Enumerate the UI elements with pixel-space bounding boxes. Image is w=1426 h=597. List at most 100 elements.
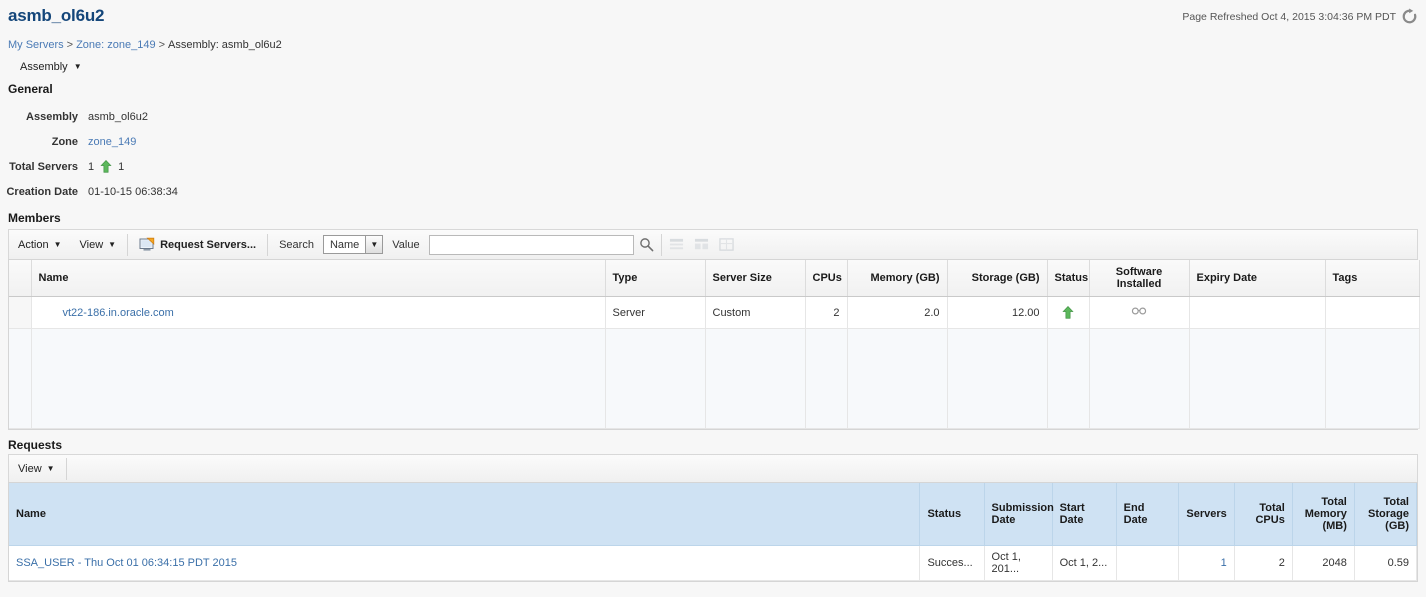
breadcrumb-item-zone[interactable]: Zone: zone_149 xyxy=(76,39,156,51)
members-col-name[interactable]: Name xyxy=(31,260,606,297)
members-col-tags[interactable]: Tags xyxy=(1325,260,1420,297)
green-up-arrow-icon xyxy=(100,160,112,173)
request-servers-cell: 1 xyxy=(1178,545,1235,581)
members-col-storage[interactable]: Storage (GB) xyxy=(947,260,1048,297)
member-tags-cell xyxy=(1325,296,1420,329)
request-total-cpus-cell: 2 xyxy=(1234,545,1293,581)
members-col-software-installed[interactable]: Software Installed xyxy=(1089,260,1190,297)
requests-col-servers[interactable]: Servers xyxy=(1178,483,1235,546)
chevron-down-icon: ▼ xyxy=(53,239,62,249)
zone-link[interactable]: zone_149 xyxy=(88,136,136,148)
row-select-header xyxy=(9,260,32,297)
empty-cell xyxy=(1047,328,1090,429)
toolbar-divider xyxy=(127,233,129,256)
breadcrumb-item-my-servers[interactable]: My Servers xyxy=(8,39,64,51)
chevron-down-icon: ▼ xyxy=(365,236,383,253)
requests-col-total-cpus[interactable]: Total CPUs xyxy=(1234,483,1293,546)
general-section: Assembly asmb_ol6u2 Zone zone_149 Total … xyxy=(0,98,1426,208)
members-col-cpus[interactable]: CPUs xyxy=(805,260,848,297)
members-toolbar: Action ▼ View ▼ Request Servers... Searc… xyxy=(8,229,1418,259)
members-col-server-size[interactable]: Server Size xyxy=(705,260,806,297)
general-value-creation-date: 01-10-15 06:38:34 xyxy=(88,185,178,198)
member-expiry-date-cell xyxy=(1189,296,1326,329)
action-menu-button[interactable]: Action ▼ xyxy=(9,230,71,259)
request-servers-icon xyxy=(139,237,155,253)
member-type-cell: Server xyxy=(605,296,706,329)
requests-col-status[interactable]: Status xyxy=(919,483,985,546)
view-menu-label: View xyxy=(79,238,104,251)
requests-col-end-date[interactable]: End Date xyxy=(1116,483,1179,546)
request-end-date-cell xyxy=(1116,545,1179,581)
general-label-creation-date: Creation Date xyxy=(6,185,78,198)
request-total-storage-cell: 0.59 xyxy=(1354,545,1418,581)
request-servers-link[interactable]: 1 xyxy=(1221,557,1227,569)
members-header-row: Name Type Server Size CPUs Memory (GB) S… xyxy=(9,260,1420,297)
glasses-icon xyxy=(1131,307,1147,319)
table-row[interactable]: vt22-186.in.oracle.com Server Custom 2 2… xyxy=(9,296,1420,329)
request-name-link[interactable]: SSA_USER - Thu Oct 01 06:34:15 PDT 2015 xyxy=(16,557,237,569)
empty-cell xyxy=(947,328,1048,429)
general-value-total-servers: 1 1 xyxy=(88,160,124,173)
members-section-title: Members xyxy=(8,211,61,225)
members-col-memory[interactable]: Memory (GB) xyxy=(847,260,948,297)
requests-view-menu-button[interactable]: View ▼ xyxy=(9,455,64,482)
chevron-down-icon: ▼ xyxy=(73,62,82,71)
empty-cell xyxy=(1325,328,1420,429)
empty-cell xyxy=(1189,328,1326,429)
breadcrumb-separator: > xyxy=(66,39,74,51)
page-refresh-area: Page Refreshed Oct 4, 2015 3:04:36 PM PD… xyxy=(1182,8,1418,25)
assembly-menu-row: Assembly ▼ xyxy=(0,53,1426,79)
requests-col-name[interactable]: Name xyxy=(9,483,921,546)
members-col-status[interactable]: Status xyxy=(1047,260,1090,297)
requests-col-submission-date[interactable]: Submission Date xyxy=(984,483,1054,546)
value-label-text: Value xyxy=(392,238,420,251)
request-total-memory-cell: 2048 xyxy=(1292,545,1355,581)
requests-col-total-memory[interactable]: Total Memory (MB) xyxy=(1292,483,1355,546)
empty-cell xyxy=(805,328,848,429)
total-servers-running-count: 1 xyxy=(118,160,125,173)
action-menu-label: Action xyxy=(18,238,49,251)
toolbar-divider-3 xyxy=(660,233,662,256)
requests-toolbar: View ▼ xyxy=(8,454,1418,482)
assembly-menu-label: Assembly xyxy=(20,61,68,73)
member-name-link[interactable]: vt22-186.in.oracle.com xyxy=(63,307,174,319)
assembly-menu-button[interactable]: Assembly ▼ xyxy=(18,59,84,75)
chevron-down-icon: ▼ xyxy=(108,239,117,249)
general-row-total-servers: Total Servers 1 1 xyxy=(0,154,1426,179)
empty-cell xyxy=(605,328,706,429)
requests-col-start-date[interactable]: Start Date xyxy=(1052,483,1117,546)
request-servers-label: Request Servers... xyxy=(160,238,257,251)
general-value-zone: zone_149 xyxy=(88,136,136,148)
toolbar-divider-2 xyxy=(267,233,269,256)
search-field-select[interactable]: Name ▼ xyxy=(322,235,384,254)
row-select-cell[interactable] xyxy=(9,296,32,329)
page-header: asmb_ol6u2 Page Refreshed Oct 4, 2015 3:… xyxy=(0,0,1426,34)
requests-section-title: Requests xyxy=(8,438,63,452)
detach-icon xyxy=(664,237,689,252)
refresh-icon[interactable] xyxy=(1401,8,1418,25)
requests-view-menu-label: View xyxy=(18,462,42,475)
search-icon[interactable] xyxy=(634,237,659,252)
requests-col-total-storage[interactable]: Total Storage (GB) xyxy=(1354,483,1418,546)
view-menu-button[interactable]: View ▼ xyxy=(71,230,126,259)
member-status-cell xyxy=(1047,296,1090,329)
wrap-icon xyxy=(714,237,739,252)
member-cpus-cell: 2 xyxy=(805,296,848,329)
request-servers-button[interactable]: Request Servers... xyxy=(130,230,265,259)
table-row[interactable]: SSA_USER - Thu Oct 01 06:34:15 PDT 2015 … xyxy=(9,545,1418,581)
value-label: Value xyxy=(383,230,428,259)
empty-cell xyxy=(1089,328,1190,429)
search-value-input[interactable] xyxy=(428,234,634,255)
page-refreshed-label: Page Refreshed Oct 4, 2015 3:04:36 PM PD… xyxy=(1182,10,1396,23)
requests-header-row: Name Status Submission Date Start Date E… xyxy=(9,483,1418,546)
members-table-empty-space xyxy=(9,328,1420,429)
members-col-expiry-date[interactable]: Expiry Date xyxy=(1189,260,1326,297)
breadcrumb-item-assembly: Assembly: asmb_ol6u2 xyxy=(168,39,282,51)
search-field-value: Name xyxy=(329,238,360,251)
breadcrumb: My Servers > Zone: zone_149 > Assembly: asmb… xyxy=(0,34,1426,53)
request-status-cell: Succes... xyxy=(919,545,985,581)
member-memory-cell: 2.0 xyxy=(847,296,948,329)
members-col-type[interactable]: Type xyxy=(605,260,706,297)
general-label-total-servers: Total Servers xyxy=(9,160,78,173)
members-table: Name Type Server Size CPUs Memory (GB) S… xyxy=(8,259,1420,430)
